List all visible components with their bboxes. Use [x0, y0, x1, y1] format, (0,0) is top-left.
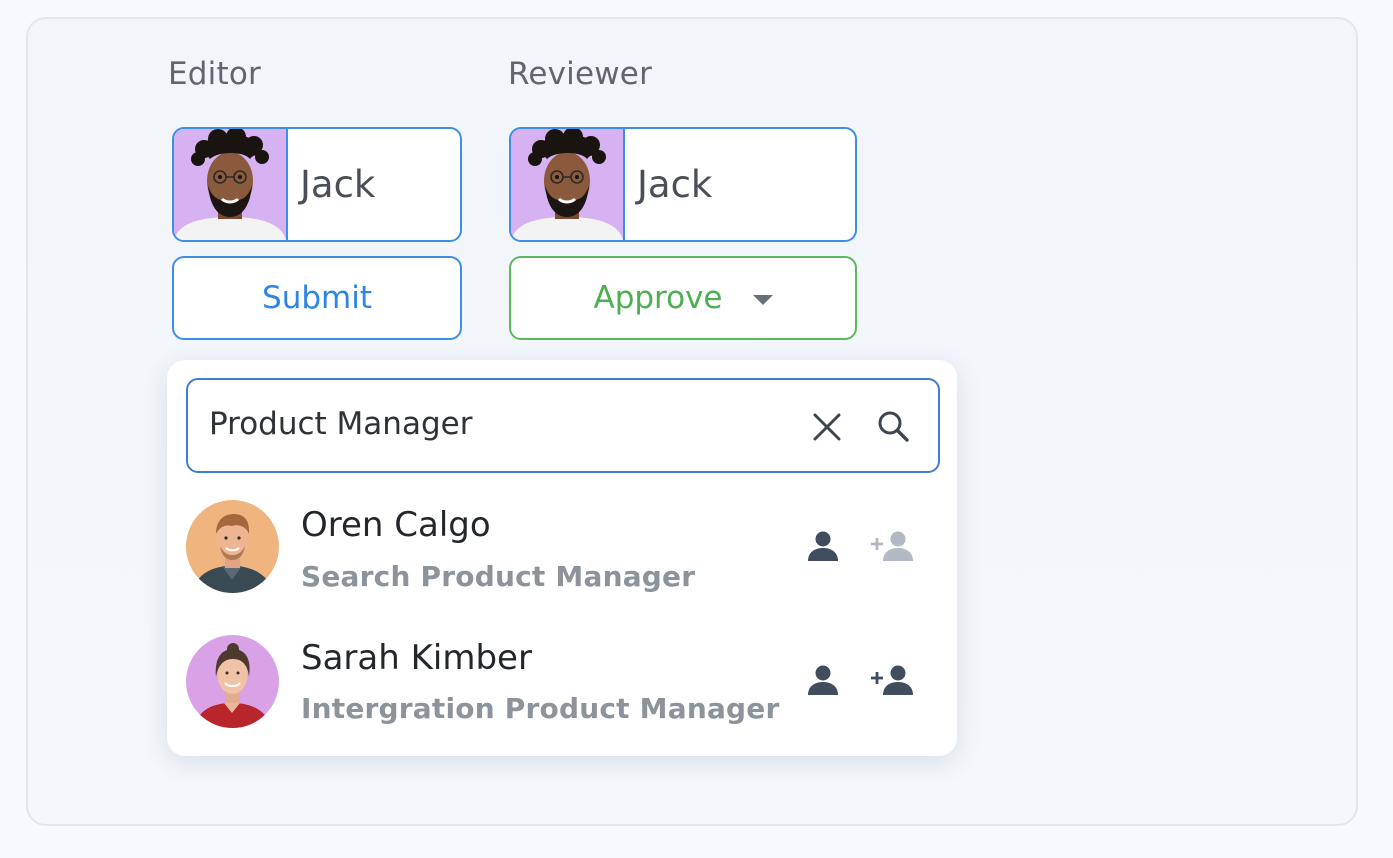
add-user-icon[interactable] — [869, 528, 917, 569]
user-icon[interactable] — [805, 528, 841, 569]
editor-assignee-name: Jack — [300, 163, 376, 206]
list-item[interactable]: Sarah Kimber Intergration Product Manage… — [167, 624, 957, 754]
avatar — [186, 635, 279, 728]
user-icon[interactable] — [805, 662, 841, 703]
editor-label: Editor — [168, 56, 261, 92]
search-input[interactable] — [209, 406, 769, 442]
result-title: Search Product Manager — [301, 560, 696, 593]
add-user-icon[interactable] — [869, 662, 917, 703]
search-field[interactable] — [186, 378, 940, 473]
reviewer-avatar — [511, 129, 625, 240]
reviewer-label: Reviewer — [508, 56, 653, 92]
editor-avatar — [174, 129, 288, 240]
reviewer-assignee-chip[interactable]: Jack — [509, 127, 857, 242]
search-icon[interactable] — [876, 409, 912, 450]
submit-button-label: Submit — [262, 280, 372, 316]
people-search-dropdown: Oren Calgo Search Product Manager — [167, 360, 957, 756]
result-title: Intergration Product Manager — [301, 692, 780, 725]
result-name: Oren Calgo — [301, 505, 491, 545]
close-icon[interactable] — [810, 410, 844, 449]
submit-button[interactable]: Submit — [172, 256, 462, 340]
avatar — [186, 500, 279, 593]
chevron-down-icon[interactable] — [752, 295, 773, 305]
editor-assignee-chip[interactable]: Jack — [172, 127, 462, 242]
approve-button[interactable]: Approve — [509, 256, 857, 340]
approve-button-label: Approve — [593, 280, 723, 316]
reviewer-assignee-name: Jack — [637, 163, 713, 206]
result-name: Sarah Kimber — [301, 638, 532, 678]
list-item[interactable]: Oren Calgo Search Product Manager — [167, 490, 957, 620]
